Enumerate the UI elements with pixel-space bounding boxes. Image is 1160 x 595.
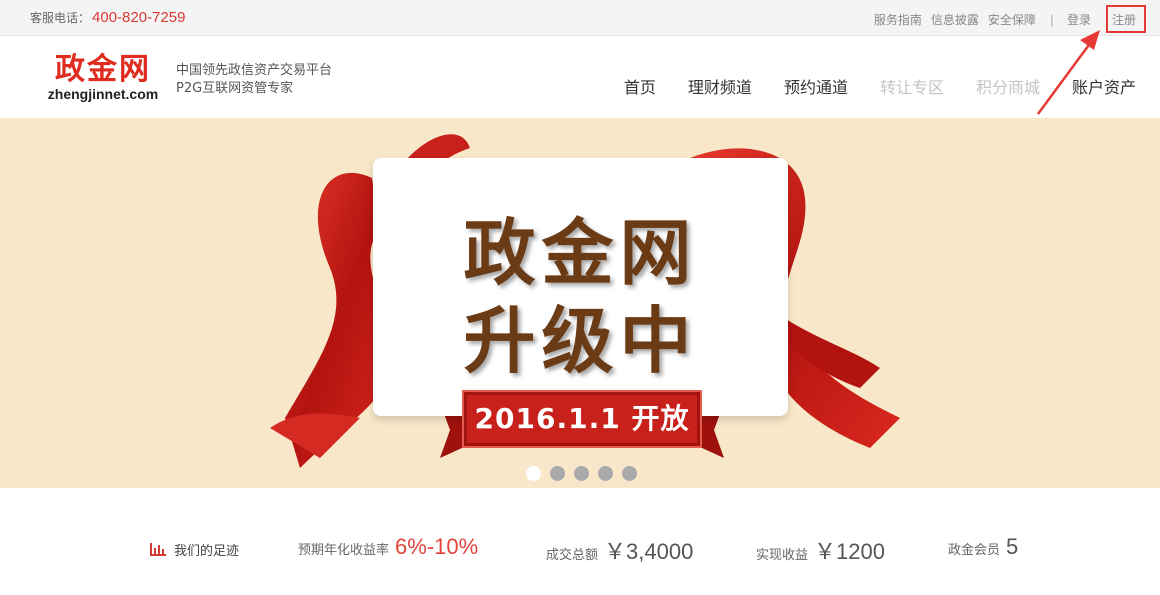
realized-income-value: ￥1200 (814, 539, 885, 564)
register-highlight-box (1105, 5, 1146, 33)
stat-annual-yield: 预期年化收益率 6%-10% (298, 534, 478, 560)
total-deals-label: 成交总额 (546, 548, 599, 563)
footprint-label: 我们的足迹 (174, 544, 240, 559)
top-links: 服务指南 信息披露 安全保障 | 登录 注册 (865, 5, 1146, 33)
platform-stats: 我们的足迹 预期年化收益率 6%-10% 成交总额 ￥3,4000 实现收益 ￥… (0, 488, 1160, 595)
stat-members: 政金会员 5 (948, 534, 1018, 560)
bar-chart-icon (150, 543, 166, 556)
link-security[interactable]: 安全保障 (988, 11, 1036, 28)
realized-income-label: 实现收益 (756, 548, 809, 563)
stat-total-deals: 成交总额 ￥3,4000 (546, 534, 693, 566)
top-bar: 客服电话： 400-820-7259 服务指南 信息披露 安全保障 | 登录 注册 (0, 0, 1160, 36)
nav-home[interactable]: 首页 (624, 74, 656, 98)
annual-yield-label: 预期年化收益率 (298, 543, 390, 558)
members-label: 政金会员 (948, 543, 1001, 558)
carousel-dot-5[interactable] (622, 466, 637, 481)
stat-realized-income: 实现收益 ￥1200 (756, 534, 885, 566)
site-logo[interactable]: 政金网 zhengjinnet.com (42, 52, 164, 103)
carousel-dot-1[interactable] (526, 466, 541, 481)
phone-label: 客服电话： (30, 11, 91, 25)
carousel-dot-2[interactable] (550, 466, 565, 481)
logo-chinese: 政金网 (55, 52, 151, 87)
open-date-badge: 2016.1.1 开放 (462, 390, 702, 448)
site-slogan: 中国领先政信资产交易平台 P2G互联网资管专家 (176, 62, 332, 98)
nav-transfer-zone: 转让专区 (879, 78, 944, 97)
link-separator: | (1049, 12, 1054, 27)
site-header: 政金网 zhengjinnet.com 中国领先政信资产交易平台 P2G互联网资… (0, 36, 1160, 118)
nav-account-assets[interactable]: 账户资产 (1072, 74, 1136, 98)
link-service-guide[interactable]: 服务指南 (874, 11, 922, 28)
footprint-title: 我们的足迹 (150, 540, 239, 559)
register-link-wrapper[interactable]: 注册 (1103, 5, 1146, 33)
login-link[interactable]: 登录 (1067, 11, 1091, 28)
link-info-disclosure[interactable]: 信息披露 (931, 11, 979, 28)
main-nav: 首页 理财频道 预约通道 转让专区 积分商城 账户资产 (592, 74, 1136, 98)
logo-domain: zhengjinnet.com (47, 86, 159, 102)
banner-title-line-2: 升级中 (463, 299, 698, 383)
nav-wealth-channel[interactable]: 理财频道 (688, 74, 752, 98)
annual-yield-value: 6%-10% (395, 534, 479, 559)
nav-reservation[interactable]: 预约通道 (784, 74, 848, 98)
total-deals-value: ￥3,4000 (604, 539, 694, 564)
phone-number: 400-820-7259 (92, 9, 186, 26)
nav-points-mall: 积分商城 (975, 78, 1040, 97)
slogan-line-2: P2G互联网资管专家 (176, 81, 294, 96)
slogan-line-1: 中国领先政信资产交易平台 (176, 63, 333, 78)
banner-card: 政金网 升级中 (373, 158, 788, 416)
hero-banner[interactable]: 政金网 升级中 2016.1.1 开放 (0, 118, 1160, 488)
members-value: 5 (1006, 534, 1019, 559)
carousel-dot-3[interactable] (574, 466, 589, 481)
carousel-dots (526, 466, 646, 481)
carousel-dot-4[interactable] (598, 466, 613, 481)
customer-service-phone: 客服电话： 400-820-7259 (30, 9, 185, 26)
